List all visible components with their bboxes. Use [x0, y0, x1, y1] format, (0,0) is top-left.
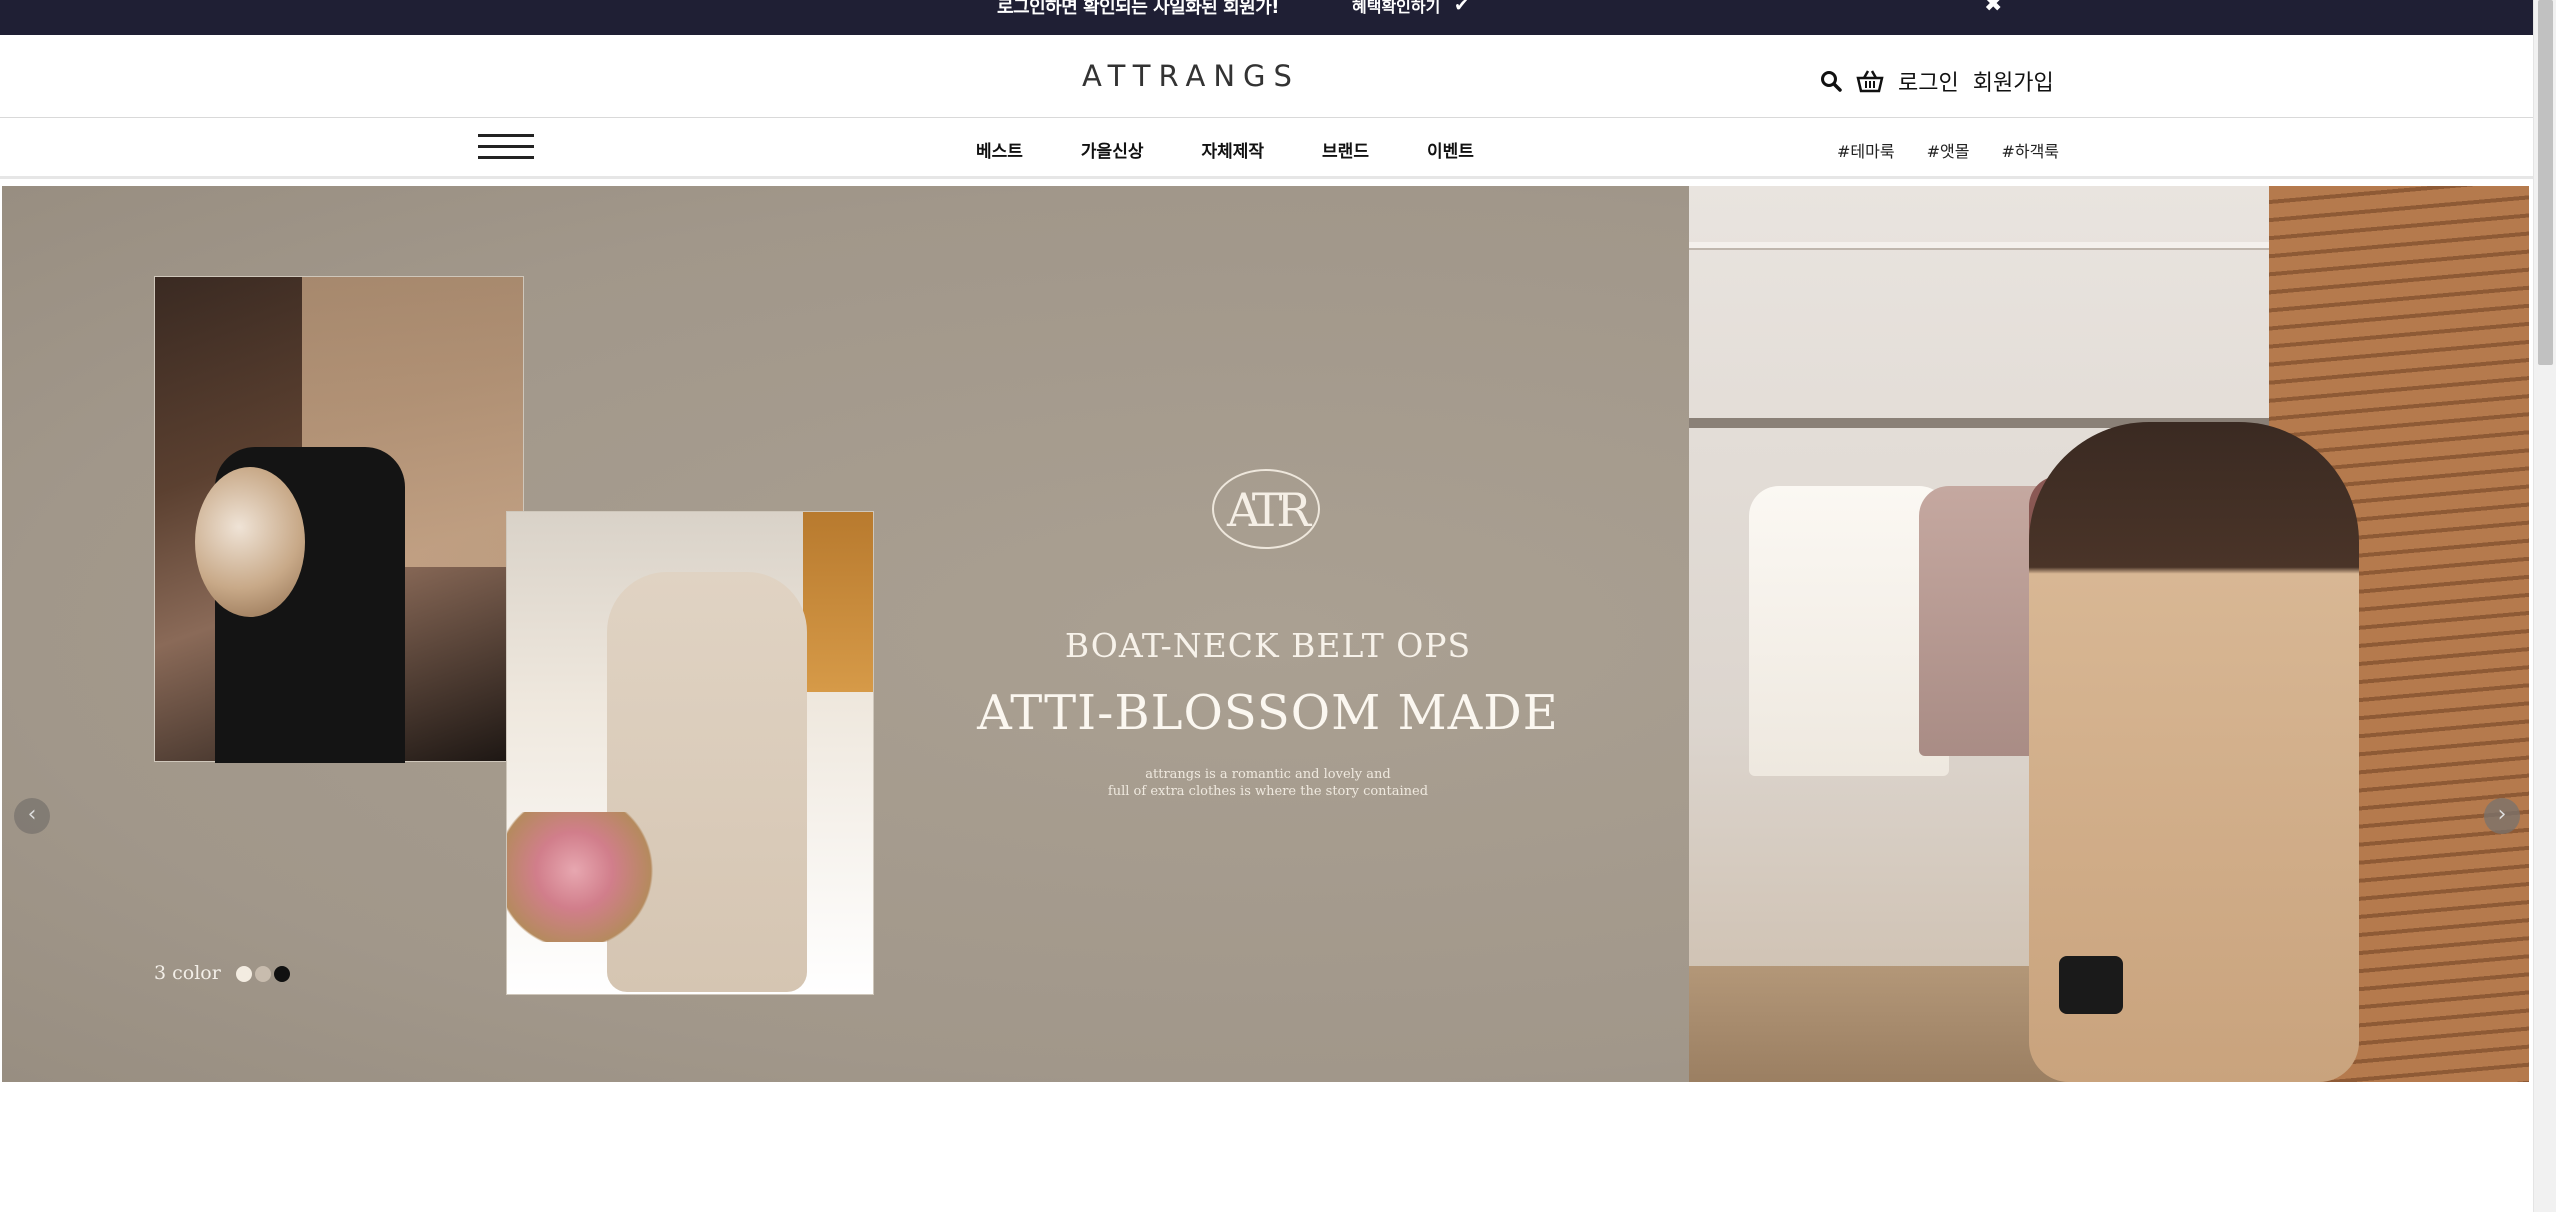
tag-theme-look[interactable]: #테마룩: [1837, 138, 1895, 162]
close-icon[interactable]: ✖: [1984, 0, 2002, 17]
slide-next-arrow-icon[interactable]: ›: [2484, 798, 2520, 834]
nav-item-brand[interactable]: 브랜드: [1322, 137, 1369, 162]
site-logo[interactable]: ATTRANGS: [1082, 59, 1300, 93]
nav-item-fall-new[interactable]: 가을신상: [1081, 137, 1144, 162]
header-utility: 로그인 회원가입: [1820, 65, 2054, 97]
model-photo-beige-dress: [506, 511, 874, 995]
banner-description-line: attrangs is a romantic and lovely and: [1145, 767, 1391, 782]
check-icon: ✔: [1454, 0, 1470, 16]
slide-prev-arrow-icon[interactable]: ‹: [14, 798, 50, 834]
closet-photo: [1689, 186, 2529, 1082]
tag-guest-look[interactable]: #하객룩: [2001, 138, 2059, 162]
atr-emblem: ATR: [1212, 469, 1320, 549]
model-photo-black-dress: [154, 276, 524, 763]
site-header: ATTRANGS 로그인 회원가입: [0, 35, 2533, 118]
top-notice-bar: 로그인하면 확인되는 사일화된 회원가! 혜택확인하기 ✔ ✖: [0, 0, 2533, 35]
benefit-check-link[interactable]: 혜택확인하기: [1352, 0, 1440, 17]
color-swatch: [255, 966, 271, 982]
banner-description-line: full of extra clothes is where the story…: [1107, 784, 1429, 799]
notice-message: 로그인하면 확인되는 사일화된 회원가!: [997, 0, 1279, 18]
nav-item-event[interactable]: 이벤트: [1427, 137, 1474, 162]
banner-subtitle: BOAT-NECK BELT OPS: [1064, 626, 1472, 665]
menu-hamburger-icon[interactable]: [478, 134, 534, 164]
color-swatch: [236, 966, 252, 982]
cart-icon[interactable]: [1856, 69, 1884, 93]
scrollbar-thumb[interactable]: [2538, 0, 2553, 365]
tag-at-mall[interactable]: #앳몰: [1927, 138, 1970, 162]
page-scrollbar[interactable]: [2533, 0, 2556, 1212]
hashtag-links: #테마룩 #앳몰 #하객룩: [1837, 138, 2091, 162]
nav-item-best[interactable]: 베스트: [976, 137, 1023, 162]
category-menu: 베스트 가을신상 자체제작 브랜드 이벤트: [976, 137, 1532, 162]
hero-banner[interactable]: 3 color ATR BOAT-NECK BELT OPS ATTI-BLOS…: [2, 186, 2529, 1082]
main-nav: 베스트 가을신상 자체제작 브랜드 이벤트 #테마룩 #앳몰 #하객룩: [0, 118, 2533, 179]
color-swatch: [274, 966, 290, 982]
nav-item-own-made[interactable]: 자체제작: [1201, 137, 1264, 162]
login-link[interactable]: 로그인: [1898, 65, 1959, 97]
color-count-label: 3 color: [154, 962, 221, 984]
search-icon[interactable]: [1820, 70, 1842, 92]
join-link[interactable]: 회원가입: [1973, 65, 2054, 97]
banner-title: ATTI-BLOSSOM MADE: [977, 685, 1559, 741]
